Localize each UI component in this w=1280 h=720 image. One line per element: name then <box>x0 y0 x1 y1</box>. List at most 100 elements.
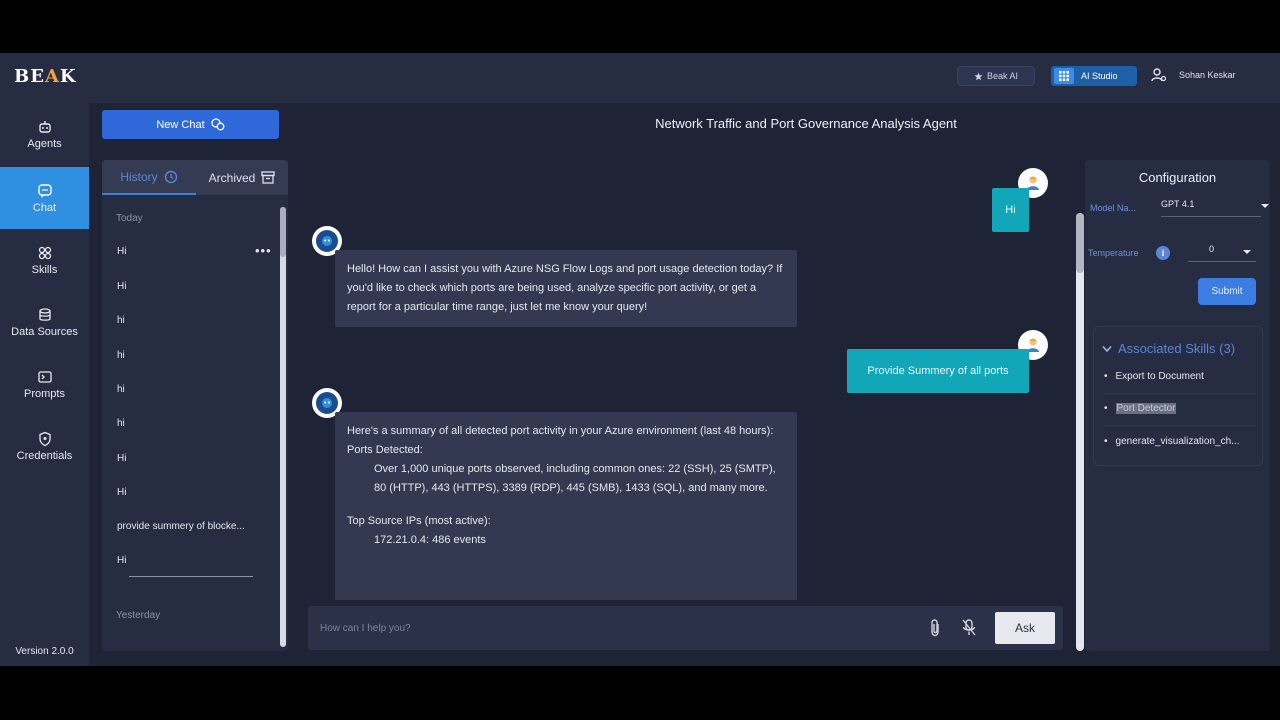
history-scrollbar[interactable] <box>280 207 286 647</box>
model-value: GPT 4.1 <box>1161 199 1195 209</box>
nav-label: Agents <box>27 137 62 150</box>
history-item[interactable]: provide summery of blocke... <box>117 521 267 532</box>
left-nav: BEAK Agents Chat Skills Data Sources Pro… <box>0 53 89 666</box>
archive-icon <box>261 171 275 184</box>
history-item[interactable]: Hi <box>117 487 267 498</box>
chat-input-bar: Ask <box>308 606 1063 650</box>
info-icon[interactable]: i <box>1156 246 1170 260</box>
history-tabs: History Archived <box>102 160 288 195</box>
skills-header[interactable]: Associated Skills (3) <box>1102 341 1235 356</box>
configuration-title: Configuration <box>1138 170 1217 185</box>
associated-skills: Associated Skills (3) • Export to Documen… <box>1093 326 1263 466</box>
beak-ai-button[interactable]: Beak AI <box>957 66 1035 86</box>
chevron-down-icon[interactable] <box>1261 204 1269 208</box>
nav-item-chat[interactable]: Chat <box>0 167 89 229</box>
user-menu[interactable]: Sohan Keskar <box>1151 67 1236 83</box>
beak-bot-icon <box>316 392 338 414</box>
user-message: Hi <box>992 188 1029 232</box>
agent-title: Network Traffic and Port Governance Anal… <box>655 116 957 131</box>
mic-off-icon[interactable] <box>961 618 977 643</box>
new-chat-button[interactable]: New Chat <box>102 110 279 139</box>
history-item[interactable]: hi <box>117 384 267 395</box>
skill-item[interactable]: • Export to Document <box>1104 371 1256 382</box>
beak-logo: BEAK <box>14 66 77 87</box>
chevron-down-icon <box>1102 345 1112 352</box>
configuration-panel: Configuration Model Na... GPT 4.1 Temper… <box>1085 160 1270 651</box>
history-item[interactable]: Hi <box>117 453 267 464</box>
new-chat-label: New Chat <box>156 118 205 131</box>
nav-item-prompts[interactable]: Prompts <box>0 353 89 415</box>
skill-divider <box>1104 393 1256 394</box>
top-bar: Beak AI AI Studio Sohan Keskar <box>89 53 1280 103</box>
ask-button[interactable]: Ask <box>995 612 1055 644</box>
history-item[interactable]: hi <box>117 350 267 361</box>
skill-label: generate_visualization_ch... <box>1115 436 1240 447</box>
skill-label: Export to Document <box>1115 371 1204 382</box>
model-select[interactable]: GPT 4.1 <box>1161 199 1261 217</box>
skill-label: Port Detector <box>1115 403 1177 414</box>
nav-label: Data Sources <box>11 325 78 338</box>
temperature-label: Temperature <box>1088 248 1139 258</box>
nav-label: Prompts <box>24 387 65 400</box>
tab-history-label: History <box>120 169 158 184</box>
chat-input[interactable] <box>320 618 900 638</box>
ports-heading: Ports Detected: <box>347 444 423 456</box>
ips-heading: Top Source IPs (most active): <box>347 515 491 527</box>
skills-icon <box>38 246 51 259</box>
nav-label: Chat <box>32 201 57 214</box>
skill-item[interactable]: • generate_visualization_ch... <box>1104 436 1256 447</box>
chat-area: Hi Hello! How can I assist you with Azur… <box>296 160 1076 600</box>
user-settings-icon <box>1151 68 1167 82</box>
skill-divider <box>1104 425 1256 426</box>
attach-icon[interactable] <box>928 618 942 643</box>
chat-icon <box>37 183 52 198</box>
version-label: Version 2.0.0 <box>15 646 74 657</box>
skill-item[interactable]: • Port Detector <box>1104 403 1256 414</box>
model-name-label: Model Na... <box>1090 203 1137 213</box>
temperature-value: 0 <box>1209 244 1215 254</box>
summary-intro: Here's a summary of all detected port ac… <box>347 425 774 437</box>
more-options-icon[interactable]: ••• <box>255 243 272 258</box>
user-message: Provide Summery of all ports <box>847 349 1029 393</box>
app-window: BEAK Agents Chat Skills Data Sources Pro… <box>0 53 1280 666</box>
ip-row: 172.21.0.4: 486 events <box>374 534 486 546</box>
chat-scroll-thumb[interactable] <box>1076 213 1084 273</box>
history-item[interactable]: hi <box>117 418 267 429</box>
history-item[interactable]: hi <box>117 315 267 326</box>
tab-history[interactable]: History <box>102 160 196 195</box>
nav-item-agents[interactable]: Agents <box>0 103 89 165</box>
star-icon <box>974 71 983 80</box>
user-name: Sohan Keskar <box>1179 70 1236 80</box>
history-item[interactable]: Hi <box>117 555 267 566</box>
history-item[interactable]: Hi <box>117 246 267 257</box>
nav-item-data-sources[interactable]: Data Sources <box>0 291 89 353</box>
history-scroll-thumb[interactable] <box>280 207 286 257</box>
history-icon <box>164 170 177 183</box>
shield-icon <box>38 431 51 446</box>
skills-title: Associated Skills (3) <box>1118 341 1236 356</box>
nav-label: Credentials <box>16 449 73 462</box>
ports-text: Over 1,000 unique ports observed, includ… <box>374 463 776 494</box>
nav-item-skills[interactable]: Skills <box>0 229 89 291</box>
history-group-yesterday: Yesterday <box>116 610 161 621</box>
new-chat-icon <box>210 118 225 131</box>
database-icon <box>38 307 51 321</box>
bot-message-summary: Here's a summary of all detected port ac… <box>335 412 797 600</box>
grid-icon <box>1054 68 1074 84</box>
chevron-down-icon[interactable] <box>1243 250 1251 254</box>
submit-button[interactable]: Submit <box>1198 278 1256 305</box>
bot-message: Hello! How can I assist you with Azure N… <box>335 250 797 327</box>
beak-bot-icon <box>316 230 338 252</box>
chat-scrollbar[interactable] <box>1076 213 1084 651</box>
tab-archived[interactable]: Archived <box>196 160 288 195</box>
history-item[interactable]: Hi <box>117 281 267 292</box>
nav-item-credentials[interactable]: Credentials <box>0 415 89 477</box>
history-divider <box>129 576 253 577</box>
tab-archived-label: Archived <box>208 170 256 185</box>
history-group-today: Today <box>116 213 143 224</box>
ai-studio-label: AI Studio <box>1081 71 1118 81</box>
nav-label: Skills <box>31 263 58 276</box>
ai-studio-button[interactable]: AI Studio <box>1051 66 1137 86</box>
beak-ai-label: Beak AI <box>986 71 1019 81</box>
history-panel: History Archived Today Hi ••• Hi hi hi h… <box>102 160 288 651</box>
